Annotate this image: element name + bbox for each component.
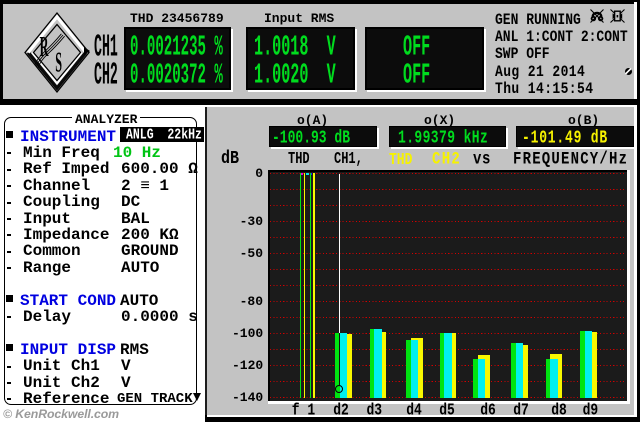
svg-text:S: S (55, 45, 62, 78)
